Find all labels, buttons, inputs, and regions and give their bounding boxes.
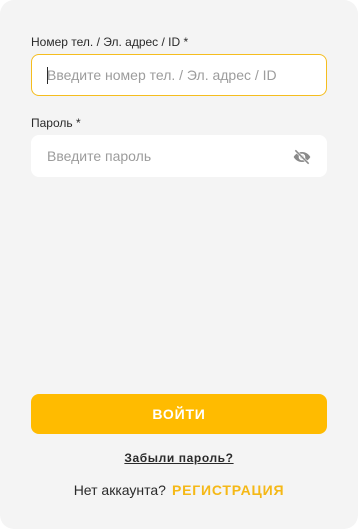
- eye-off-icon[interactable]: [292, 147, 312, 167]
- phone-email-id-input[interactable]: [47, 55, 297, 95]
- password-field[interactable]: [31, 135, 327, 177]
- phone-email-id-field[interactable]: [31, 54, 327, 96]
- signup-link[interactable]: РЕГИСТРАЦИЯ: [172, 482, 284, 498]
- signup-row: Нет аккаунта? РЕГИСТРАЦИЯ: [0, 482, 358, 498]
- phone-field-label: Номер тел. / Эл. адрес / ID *: [31, 35, 189, 49]
- password-field-label: Пароль *: [31, 116, 81, 130]
- login-button[interactable]: ВОЙТИ: [31, 394, 327, 434]
- forgot-password-link[interactable]: Забыли пароль?: [124, 451, 233, 465]
- no-account-text: Нет аккаунта?: [73, 482, 166, 498]
- password-input[interactable]: [47, 136, 297, 176]
- text-cursor: [47, 67, 48, 84]
- login-panel: Номер тел. / Эл. адрес / ID * Пароль * В…: [0, 0, 358, 529]
- forgot-password-row: Забыли пароль?: [0, 451, 358, 465]
